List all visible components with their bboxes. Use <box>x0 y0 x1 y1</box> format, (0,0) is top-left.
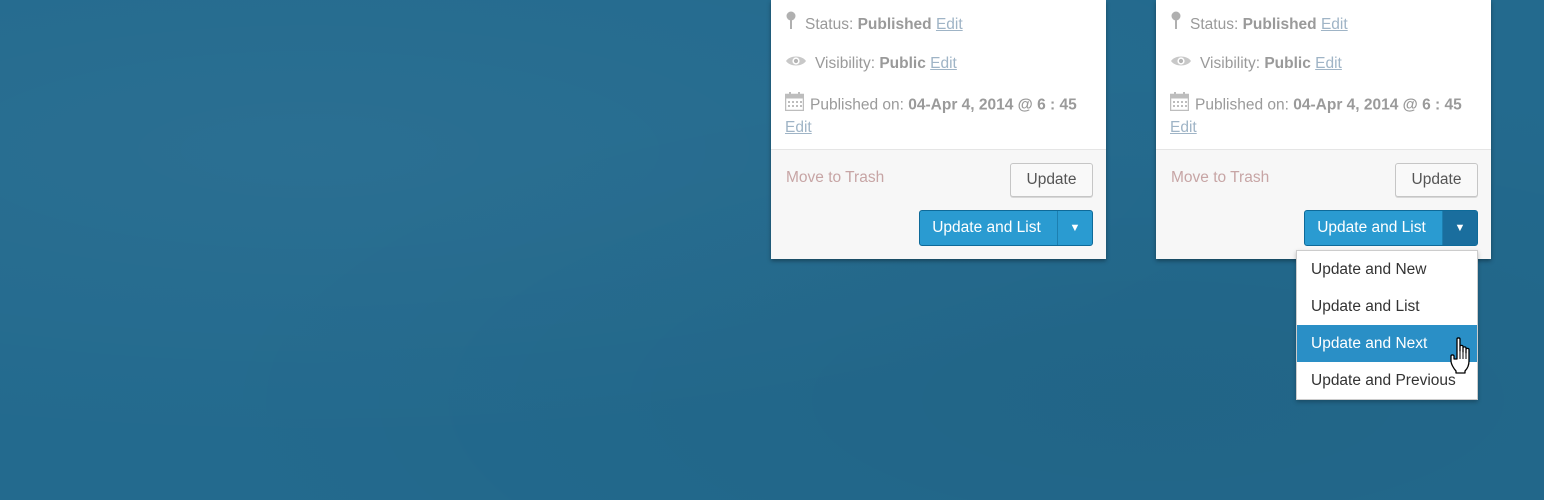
pin-icon <box>1170 11 1182 39</box>
update-split-button: Update and List ▼ <box>919 210 1093 246</box>
status-edit-link[interactable]: Edit <box>936 16 963 33</box>
update-and-list-button[interactable]: Update and List <box>1305 211 1442 245</box>
update-button[interactable]: Update <box>1395 163 1478 197</box>
published-value: 04-Apr 4, 2014 @ 6 : 45 <box>1293 96 1462 114</box>
eye-icon <box>1170 52 1192 76</box>
calendar-icon <box>784 92 805 119</box>
visibility-row: Visibility: Public Edit <box>785 52 1092 76</box>
visibility-row: Visibility: Public Edit <box>1170 52 1477 76</box>
status-label: Status: <box>1190 16 1239 34</box>
status-row: Status: Published Edit <box>1170 11 1477 39</box>
published-edit-row: Edit <box>785 116 1092 140</box>
visibility-value: Public <box>879 55 926 73</box>
visibility-value: Public <box>1264 55 1311 73</box>
dropdown-item-update-and-list[interactable]: Update and List <box>1297 288 1477 325</box>
visibility-label: Visibility: <box>1200 55 1261 73</box>
published-label: Published on: <box>1195 96 1289 114</box>
calendar-icon <box>1169 92 1190 119</box>
status-value: Published <box>857 16 932 34</box>
eye-icon <box>785 52 807 76</box>
move-to-trash-link[interactable]: Move to Trash <box>786 169 884 187</box>
status-value: Published <box>1242 16 1317 34</box>
published-edit-link[interactable]: Edit <box>1170 119 1197 136</box>
pin-icon <box>785 11 797 39</box>
published-label: Published on: <box>810 96 904 114</box>
published-edit-row: Edit <box>1170 116 1477 140</box>
caret-down-icon[interactable]: ▼ <box>1442 211 1477 245</box>
dropdown-item-update-and-new[interactable]: Update and New <box>1297 251 1477 288</box>
publish-box-closed: Status: Published Edit Visibility: Publi… <box>771 0 1106 259</box>
publish-box-open: Status: Published Edit Visibility: Publi… <box>1156 0 1491 259</box>
published-edit-link[interactable]: Edit <box>785 119 812 136</box>
visibility-edit-link[interactable]: Edit <box>930 55 957 72</box>
update-and-list-button[interactable]: Update and List <box>920 211 1057 245</box>
caret-down-icon[interactable]: ▼ <box>1057 211 1092 245</box>
publish-actions: Move to Trash Update Update and List ▼ <box>771 149 1106 259</box>
published-row: Published on: 04-Apr 4, 2014 @ 6 : 45 <box>784 92 1092 119</box>
visibility-edit-link[interactable]: Edit <box>1315 55 1342 72</box>
status-label: Status: <box>805 16 854 34</box>
status-row: Status: Published Edit <box>785 11 1092 39</box>
update-split-button: Update and List ▼ <box>1304 210 1478 246</box>
visibility-label: Visibility: <box>815 55 876 73</box>
status-edit-link[interactable]: Edit <box>1321 16 1348 33</box>
update-button[interactable]: Update <box>1010 163 1093 197</box>
update-options-dropdown: Update and New Update and List Update an… <box>1296 250 1478 400</box>
published-row: Published on: 04-Apr 4, 2014 @ 6 : 45 <box>1169 92 1477 119</box>
published-value: 04-Apr 4, 2014 @ 6 : 45 <box>908 96 1077 114</box>
move-to-trash-link[interactable]: Move to Trash <box>1171 169 1269 187</box>
hand-pointer-icon <box>1450 337 1476 375</box>
publish-actions: Move to Trash Update Update and List ▼ <box>1156 149 1491 259</box>
